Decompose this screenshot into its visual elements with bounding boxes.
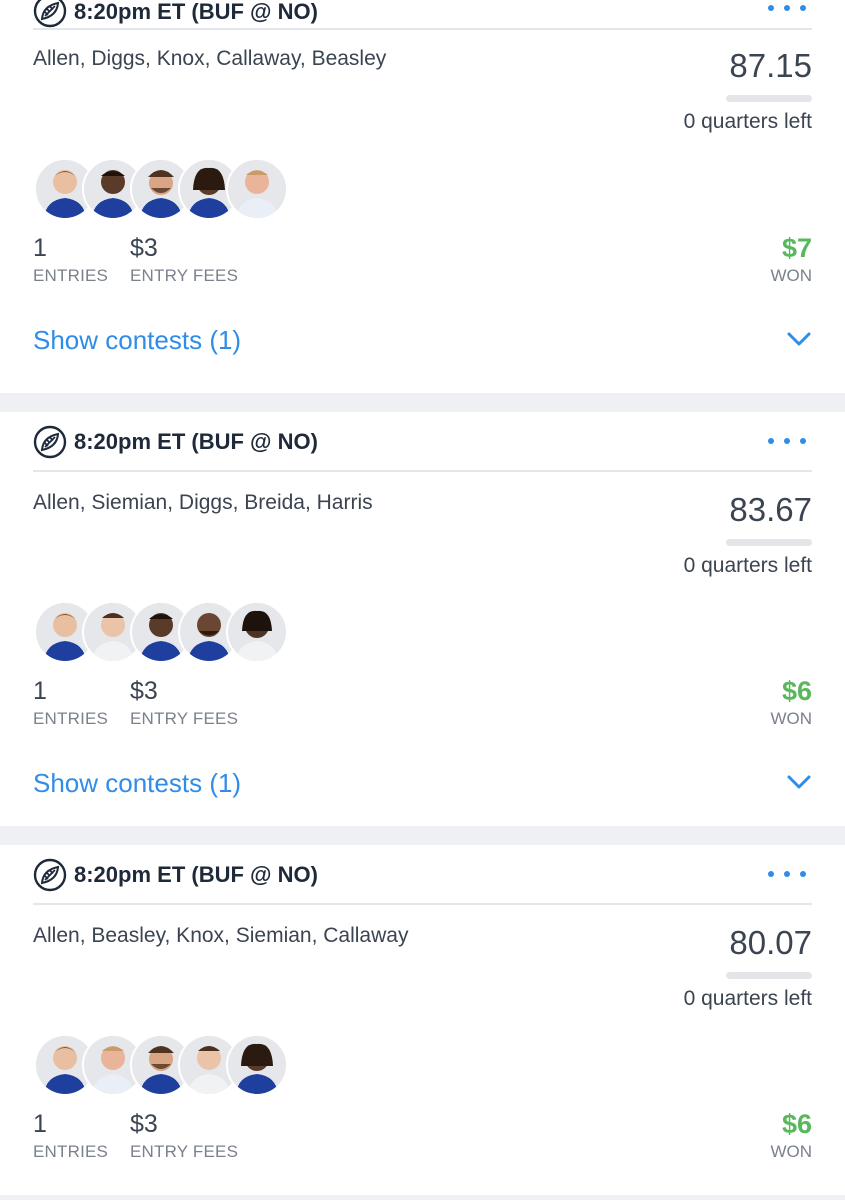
entry-fees-label: ENTRY FEES — [130, 1142, 239, 1161]
game-time: 8:20pm ET (BUF @ NO) — [74, 429, 318, 454]
entries-label: ENTRIES — [33, 709, 109, 728]
show-contests-link[interactable]: Show contests (1) — [33, 768, 241, 799]
lineup-players: Allen, Beasley, Knox, Siemian, Callaway — [33, 924, 409, 947]
lineup-players: Allen, Diggs, Knox, Callaway, Beasley — [33, 47, 387, 70]
entries-count: 1 — [33, 234, 47, 262]
game-progress-bar — [726, 95, 812, 102]
chevron-down-icon[interactable] — [786, 771, 812, 793]
entry-fees-label: ENTRY FEES — [130, 266, 239, 285]
avatar — [226, 601, 288, 663]
lineup-score: 87.15 — [729, 47, 812, 84]
more-options-button[interactable] — [768, 433, 806, 449]
entries-label: ENTRIES — [33, 1142, 109, 1161]
more-dots-icon — [768, 5, 774, 11]
lineup-card-3[interactable]: 8:20pm ET (BUF @ NO) Allen, Beasley, Kno… — [0, 845, 845, 1195]
won-label: WON — [770, 266, 812, 285]
entry-fees-label: ENTRY FEES — [130, 709, 239, 728]
lineup-players: Allen, Siemian, Diggs, Breida, Harris — [33, 491, 373, 514]
entry-fees-value: $3 — [130, 234, 158, 262]
card-header: 8:20pm ET (BUF @ NO) — [33, 412, 812, 472]
card-header: 8:20pm ET (BUF @ NO) — [33, 0, 812, 30]
avatar — [226, 1034, 288, 1096]
game-progress-bar — [726, 539, 812, 546]
football-icon — [33, 425, 67, 459]
more-dots-icon — [768, 871, 774, 877]
football-icon — [33, 0, 67, 28]
avatar — [226, 158, 288, 220]
more-options-button[interactable] — [768, 866, 806, 882]
quarters-left: 0 quarters left — [683, 554, 812, 577]
chevron-down-icon[interactable] — [786, 328, 812, 350]
lineup-card-2[interactable]: 8:20pm ET (BUF @ NO) Allen, Siemian, Dig… — [0, 412, 845, 826]
show-contests-link[interactable]: Show contests (1) — [33, 325, 241, 356]
game-time: 8:20pm ET (BUF @ NO) — [74, 862, 318, 887]
quarters-left: 0 quarters left — [683, 987, 812, 1010]
won-label: WON — [770, 1142, 812, 1161]
won-amount: $7 — [781, 233, 812, 263]
quarters-left: 0 quarters left — [683, 110, 812, 133]
entry-fees-value: $3 — [130, 1110, 158, 1138]
won-amount: $6 — [781, 676, 812, 706]
entries-label: ENTRIES — [33, 266, 109, 285]
lineup-score: 80.07 — [729, 924, 812, 961]
more-options-button[interactable] — [768, 0, 806, 16]
won-amount: $6 — [781, 1109, 812, 1139]
entries-count: 1 — [33, 677, 47, 705]
won-label: WON — [770, 709, 812, 728]
game-progress-bar — [726, 972, 812, 979]
more-dots-icon — [768, 438, 774, 444]
entry-fees-value: $3 — [130, 677, 158, 705]
game-time: 8:20pm ET (BUF @ NO) — [74, 0, 318, 24]
lineup-score: 83.67 — [729, 491, 812, 528]
entries-count: 1 — [33, 1110, 47, 1138]
lineup-card-1[interactable]: 8:20pm ET (BUF @ NO) Allen, Diggs, Knox,… — [0, 0, 845, 393]
card-header: 8:20pm ET (BUF @ NO) — [33, 845, 812, 905]
football-icon — [33, 858, 67, 892]
